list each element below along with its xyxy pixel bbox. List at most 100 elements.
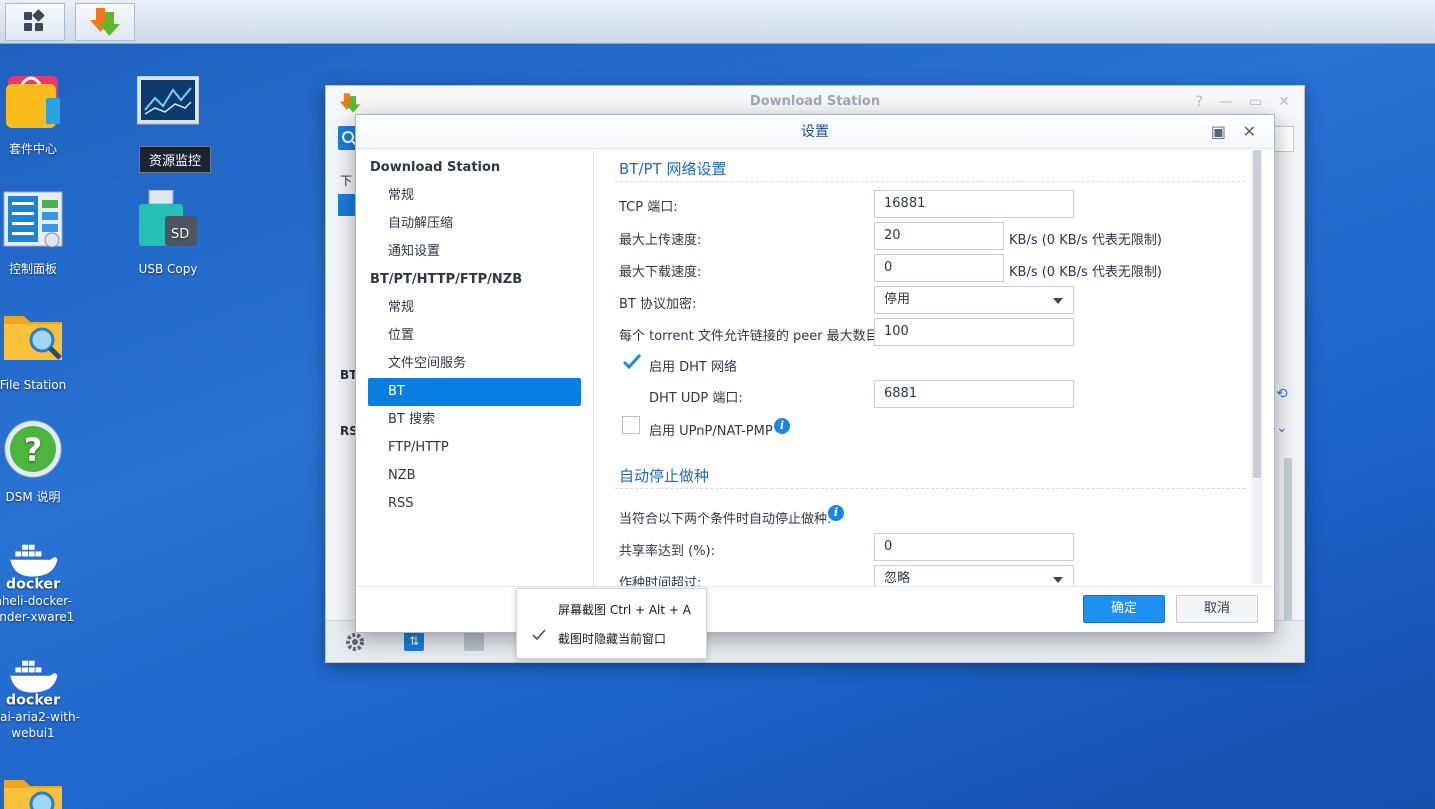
dropdown-arrow-icon bbox=[1053, 298, 1063, 304]
section-divider bbox=[615, 488, 1245, 489]
control-panel-icon bbox=[3, 191, 63, 248]
docker-icon: docker bbox=[6, 544, 60, 592]
tcp-port-input[interactable]: 16881 bbox=[874, 190, 1074, 218]
max-download-input[interactable]: 0 bbox=[874, 254, 1004, 282]
maximize-icon[interactable]: ▣ bbox=[1211, 122, 1226, 141]
svg-text:?: ? bbox=[24, 431, 43, 469]
desktop-icon-label: 控制面板 bbox=[8, 262, 57, 276]
side-label: 下 bbox=[340, 174, 353, 188]
settings-nav: Download Station 常规 自动解压缩 通知设置 BT/PT/HTT… bbox=[356, 150, 594, 586]
nav-item-bt[interactable]: BT bbox=[368, 378, 581, 406]
tooltip: 资源监控 bbox=[139, 146, 212, 173]
desktop-icon-docker-xware[interactable]: docker nheli-docker- under-xware1 bbox=[0, 538, 93, 625]
nav-group-protocols: BT/PT/HTTP/FTP/NZB bbox=[370, 272, 523, 287]
transfer-icon[interactable]: ⇅ bbox=[404, 631, 424, 651]
cancel-button[interactable]: 取消 bbox=[1176, 595, 1258, 623]
nav-item-file-hosting[interactable]: 文件空间服务 bbox=[368, 350, 581, 378]
refresh-icon[interactable]: ⟲ bbox=[1276, 386, 1288, 402]
desktop-icon-file-station[interactable]: File Station bbox=[0, 306, 93, 393]
close-icon[interactable]: ✕ bbox=[1243, 122, 1256, 141]
nav-item-general-2[interactable]: 常规 bbox=[368, 294, 581, 322]
grid-icon bbox=[24, 9, 45, 31]
gear-icon[interactable] bbox=[344, 631, 366, 653]
share-ratio-input[interactable]: 0 bbox=[874, 533, 1074, 561]
dialog-title: 设置 bbox=[356, 115, 1274, 149]
screenshot-context-menu: 屏幕截图 Ctrl + Alt + A 截图时隐藏当前窗口 bbox=[516, 588, 707, 659]
checkmark-icon bbox=[532, 629, 546, 641]
taskbar bbox=[0, 0, 1435, 44]
svg-text:docker: docker bbox=[6, 576, 60, 590]
package-center-icon bbox=[6, 76, 60, 128]
docker-icon: docker bbox=[6, 660, 60, 708]
max-upload-label: 最大上传速度: bbox=[619, 233, 702, 248]
encryption-label: BT 协议加密: bbox=[619, 297, 697, 312]
seed-time-select-value: 忽略 bbox=[884, 571, 911, 586]
dropdown-arrow-icon bbox=[1053, 577, 1063, 583]
desktop-icon-package-center[interactable]: 套件中心 bbox=[0, 70, 93, 157]
max-download-label: 最大下载速度: bbox=[619, 265, 702, 280]
nav-item-rss[interactable]: RSS bbox=[368, 490, 581, 518]
max-download-unit: KB/s (0 KB/s 代表无限制) bbox=[1009, 265, 1163, 280]
folder-icon bbox=[4, 780, 62, 809]
settings-content: BT/PT 网络设置 TCP 端口: 16881 最大上传速度: 20 KB/s… bbox=[596, 150, 1256, 586]
nav-group-download-station: Download Station bbox=[370, 160, 501, 175]
tcp-port-label: TCP 端口: bbox=[619, 200, 678, 215]
nav-item-bt-search[interactable]: BT 搜索 bbox=[368, 406, 581, 434]
minimize-icon[interactable]: — bbox=[1219, 94, 1233, 110]
download-station-icon bbox=[339, 93, 361, 113]
file-station-icon bbox=[4, 316, 62, 360]
resource-monitor-icon bbox=[136, 75, 200, 125]
desktop-icon-docker-aria2[interactable]: docker akai-aria2-with- webui1 bbox=[0, 654, 93, 741]
nav-item-location[interactable]: 位置 bbox=[368, 322, 581, 350]
upnp-label: 启用 UPnP/NAT-PMP bbox=[649, 424, 773, 439]
menu-item-screenshot[interactable]: 屏幕截图 Ctrl + Alt + A bbox=[558, 601, 691, 618]
list-icon[interactable] bbox=[338, 194, 356, 216]
dht-label: 启用 DHT 网络 bbox=[649, 360, 737, 375]
dht-checkbox[interactable] bbox=[622, 353, 642, 371]
section-title: BT/PT 网络设置 bbox=[619, 160, 727, 178]
desktop-icon-dsm-help[interactable]: ? DSM 说明 bbox=[0, 418, 93, 505]
info-icon[interactable]: i bbox=[828, 505, 844, 521]
maximize-icon[interactable]: ▭ bbox=[1249, 94, 1262, 110]
svg-text:docker: docker bbox=[6, 692, 60, 706]
menu-item-hide-window[interactable]: 截图时隐藏当前窗口 bbox=[558, 630, 666, 647]
ok-button[interactable]: 确定 bbox=[1083, 595, 1165, 623]
usb-copy-icon: SD bbox=[139, 189, 197, 246]
dht-port-label: DHT UDP 端口: bbox=[649, 391, 743, 406]
desktop-icon-label: DSM 说明 bbox=[5, 490, 61, 504]
chevron-down-icon[interactable]: ⌄ bbox=[1276, 420, 1288, 436]
checkmark-icon bbox=[622, 353, 642, 370]
settings-dialog: 设置 ▣ ✕ Download Station 常规 自动解压缩 通知设置 BT… bbox=[355, 114, 1275, 633]
desktop-icon-usb-copy[interactable]: SD USB Copy bbox=[108, 189, 228, 277]
main-menu-button[interactable] bbox=[5, 3, 65, 41]
scrollbar-thumb[interactable] bbox=[1253, 150, 1261, 478]
encryption-select[interactable]: 停用 bbox=[874, 286, 1074, 314]
desktop-icon-folder[interactable] bbox=[0, 770, 93, 809]
desktop-icon-label: akai-aria2-with- webui1 bbox=[0, 710, 80, 740]
desktop-icon-label: nheli-docker- under-xware1 bbox=[0, 594, 75, 624]
download-station-taskbar-button[interactable] bbox=[75, 3, 135, 41]
dht-port-input[interactable]: 6881 bbox=[874, 380, 1074, 408]
desktop-icon-label: USB Copy bbox=[138, 262, 198, 276]
upnp-checkbox[interactable] bbox=[622, 416, 640, 434]
encryption-select-value: 停用 bbox=[884, 292, 911, 307]
nav-item-ftp-http[interactable]: FTP/HTTP bbox=[368, 434, 581, 462]
nav-item-auto-extract[interactable]: 自动解压缩 bbox=[368, 210, 581, 238]
desktop-icon-label: 套件中心 bbox=[8, 142, 57, 156]
svg-text:SD: SD bbox=[171, 227, 189, 242]
max-peers-input[interactable]: 100 bbox=[874, 318, 1074, 346]
nav-item-notifications[interactable]: 通知设置 bbox=[368, 238, 581, 266]
share-icon[interactable] bbox=[464, 631, 484, 651]
desktop-icon-control-panel[interactable]: 控制面板 bbox=[0, 190, 93, 277]
help-icon[interactable]: ? bbox=[1196, 94, 1203, 110]
nav-item-general[interactable]: 常规 bbox=[368, 182, 581, 210]
desktop-icon-label: File Station bbox=[0, 378, 67, 392]
close-icon[interactable]: ✕ bbox=[1278, 94, 1290, 110]
share-ratio-label: 共享率达到 (%): bbox=[619, 544, 716, 559]
info-icon[interactable]: i bbox=[774, 418, 790, 434]
max-upload-input[interactable]: 20 bbox=[874, 222, 1004, 250]
dialog-footer: 确定 取消 bbox=[356, 586, 1274, 632]
seed-time-select[interactable]: 忽略 bbox=[874, 565, 1074, 586]
max-peers-label: 每个 torrent 文件允许链接的 peer 最大数目: bbox=[619, 329, 884, 344]
nav-item-nzb[interactable]: NZB bbox=[368, 462, 581, 490]
